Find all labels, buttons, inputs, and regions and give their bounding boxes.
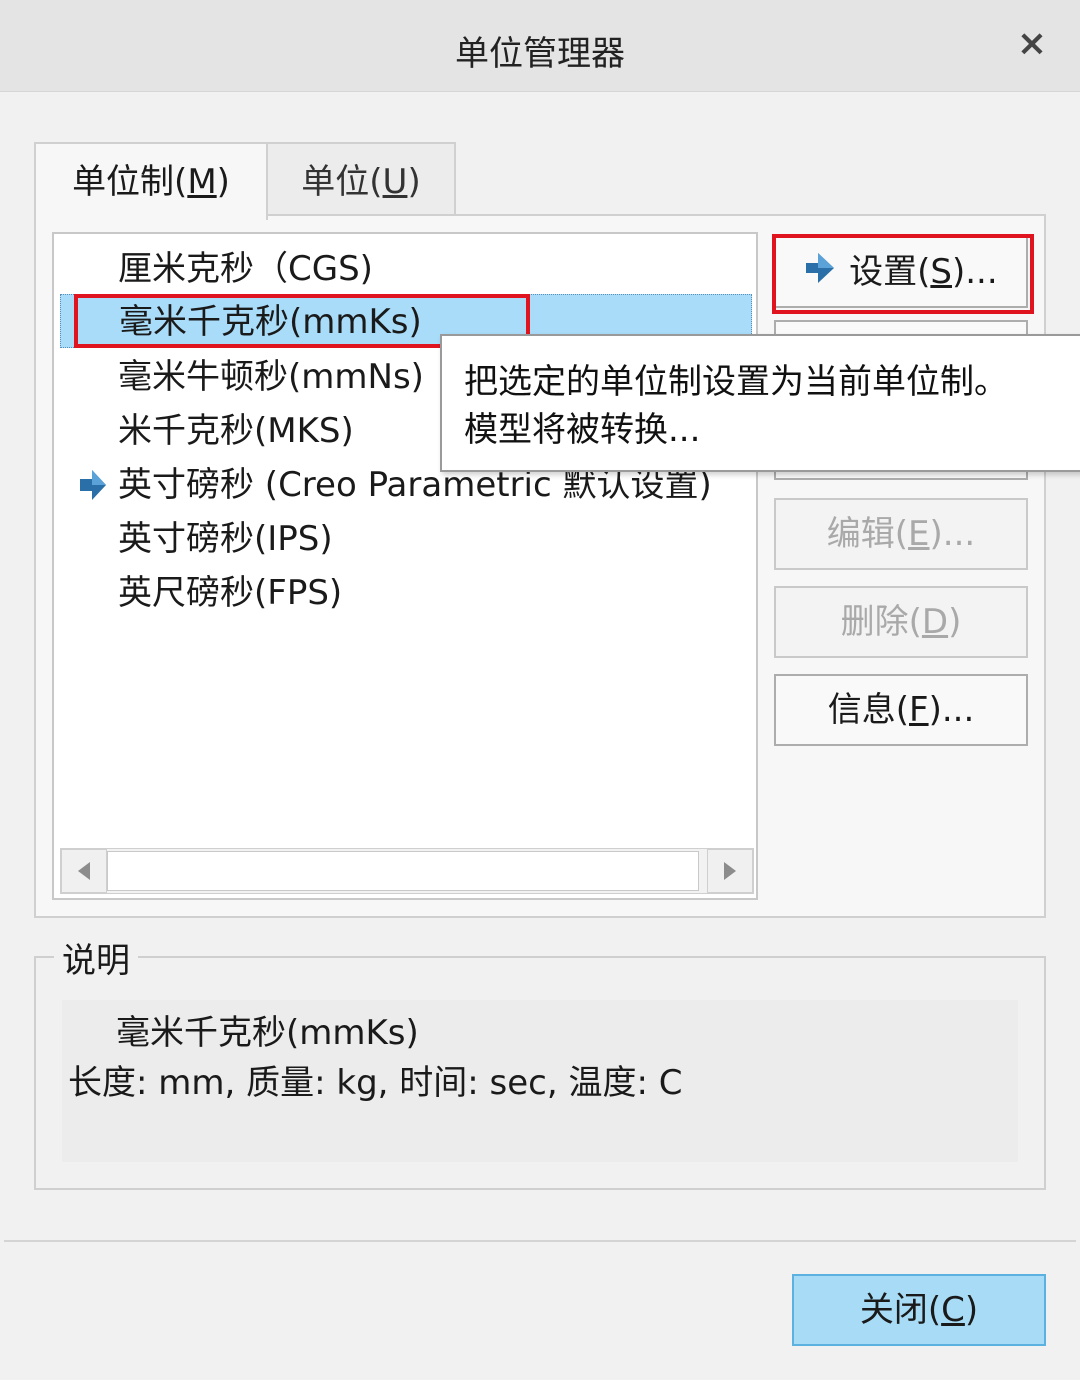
set-button-label: 设置( (849, 252, 931, 292)
list-item-label: 毫米千克秒(mmKs) (119, 302, 422, 342)
info-button-mnemonic: F (909, 690, 929, 730)
tab-unit-systems[interactable]: 单位制(M) (34, 142, 268, 220)
description-legend: 说明 (54, 936, 138, 986)
set-button-mnemonic: S (930, 252, 952, 292)
arrow-right-icon (80, 470, 106, 500)
delete-button-mnemonic: D (921, 602, 949, 642)
description-text-area: 毫米千克秒(mmKs) 长度: mm, 质量: kg, 时间: sec, 温度:… (62, 1000, 1018, 1162)
close-button-label: 关闭( (859, 1290, 942, 1330)
edit-button-suffix: )... (929, 514, 976, 554)
tab-unit-systems-label: 单位制( (72, 162, 188, 202)
description-title: 毫米千克秒(mmKs) (116, 1013, 419, 1053)
close-icon[interactable]: × (1014, 24, 1050, 64)
list-item-label: 毫米牛顿秒(mmNs) (118, 357, 424, 397)
unit-system-list[interactable]: 厘米克秒（CGS) 毫米千克秒(mmKs) 毫米牛顿秒(mmNs) 米千克秒(M… (52, 232, 758, 900)
close-button-mnemonic: C (941, 1290, 965, 1330)
tab-units-mnemonic: U (382, 162, 408, 202)
delete-button-label: 删除( (840, 602, 922, 642)
edit-button[interactable]: 编辑(E)... (774, 498, 1028, 570)
tab-units-suffix: ) (407, 162, 421, 202)
list-item-label: 英尺磅秒(FPS) (118, 573, 343, 613)
tooltip-line-2: 模型将被转换... (464, 410, 701, 450)
close-button[interactable]: 关闭(C) (792, 1274, 1046, 1346)
tab-unit-systems-mnemonic: M (187, 162, 217, 202)
triangle-right-icon (724, 862, 736, 880)
info-button-label: 信息( (827, 690, 909, 730)
tooltip-line-1: 把选定的单位制设置为当前单位制。 (464, 362, 1008, 402)
set-button[interactable]: 设置(S)... (774, 236, 1028, 308)
arrow-right-icon (806, 253, 835, 283)
list-item-label: 厘米克秒（CGS) (118, 249, 373, 289)
edit-button-mnemonic: E (908, 514, 930, 554)
footer-divider (4, 1240, 1076, 1242)
tab-units[interactable]: 单位(U) (268, 142, 456, 218)
info-button[interactable]: 信息(F)... (774, 674, 1028, 746)
delete-button[interactable]: 删除(D) (774, 586, 1028, 658)
window-title: 单位管理器 (455, 34, 625, 74)
close-button-suffix: ) (964, 1290, 979, 1330)
edit-button-label: 编辑( (826, 514, 909, 554)
title-bar: 单位管理器 × (0, 0, 1080, 92)
delete-button-suffix: ) (948, 602, 962, 642)
description-details: 长度: mm, 质量: kg, 时间: sec, 温度: C (68, 1063, 683, 1103)
list-item-label: 英寸磅秒(IPS) (118, 519, 333, 559)
list-item-fps[interactable]: 英尺磅秒(FPS) (60, 566, 752, 620)
list-item-cgs[interactable]: 厘米克秒（CGS) (60, 242, 752, 296)
set-button-suffix: )... (951, 252, 998, 292)
scroll-right-button[interactable] (707, 849, 753, 893)
list-item-label: 米千克秒(MKS) (118, 411, 354, 451)
list-item-ips[interactable]: 英寸磅秒(IPS) (60, 512, 752, 566)
scroll-left-button[interactable] (61, 849, 107, 893)
triangle-left-icon (78, 862, 90, 880)
info-button-suffix: )... (928, 690, 975, 730)
horizontal-scrollbar[interactable] (60, 848, 754, 894)
scroll-thumb[interactable] (107, 851, 699, 891)
tab-units-label: 单位( (301, 162, 383, 202)
tab-unit-systems-suffix: ) (216, 162, 230, 202)
set-button-tooltip: 把选定的单位制设置为当前单位制。 模型将被转换... (440, 334, 1080, 472)
